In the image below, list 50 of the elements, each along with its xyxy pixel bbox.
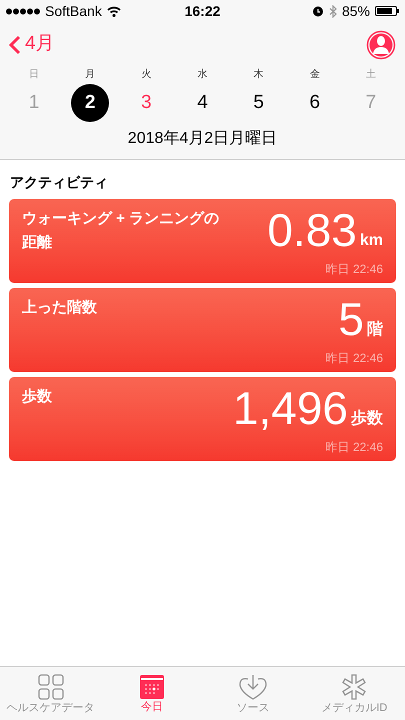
timestamp: 昨日 22:46 xyxy=(326,439,383,456)
date-button[interactable]: 3 xyxy=(127,84,166,122)
card-title: 歩数 xyxy=(22,388,52,405)
activity-card[interactable]: 上った階数 5 階 昨日 22:46 xyxy=(9,288,396,372)
back-button[interactable]: 4月 xyxy=(9,30,55,59)
metric-value: 5 xyxy=(338,296,364,342)
metric-value: 0.83 xyxy=(267,207,357,253)
weekday-label: 日 xyxy=(29,68,40,82)
asterisk-icon xyxy=(341,674,368,700)
date-button[interactable]: 6 xyxy=(296,84,334,122)
activity-card[interactable]: 歩数 1,496 歩数 昨日 22:46 xyxy=(9,377,396,461)
weekday-label: 金 xyxy=(310,68,320,82)
tab-button[interactable]: ソース xyxy=(202,667,304,720)
section-title: アクティビティ xyxy=(9,173,109,192)
calendar-icon xyxy=(140,674,164,698)
wifi-icon xyxy=(106,6,121,16)
chevron-left-icon xyxy=(9,34,21,54)
weekday-label: 土 xyxy=(366,68,376,82)
date-button[interactable]: 7 xyxy=(352,84,390,122)
metric-unit: km xyxy=(360,233,383,251)
weekday-label: 月 xyxy=(85,68,96,82)
activity-card[interactable]: ウォーキング + ランニングの距離 0.83 km 昨日 22:46 xyxy=(9,199,396,283)
tab-button[interactable]: 今日 xyxy=(101,667,202,720)
profile-avatar-icon[interactable] xyxy=(366,30,396,60)
bluetooth-icon xyxy=(328,4,337,18)
metric-value: 1,496 xyxy=(232,385,348,431)
weekday-label: 水 xyxy=(197,68,208,82)
date-button[interactable]: 4 xyxy=(183,84,222,122)
signal-icon xyxy=(6,8,40,14)
card-title: ウォーキング + ランニングの距離 xyxy=(22,210,220,251)
heart-download-icon xyxy=(238,674,268,700)
timestamp: 昨日 22:46 xyxy=(326,261,383,278)
weekday-label: 木 xyxy=(254,68,264,82)
date-button[interactable]: 2 xyxy=(71,84,110,122)
clock-time: 16:22 xyxy=(184,2,220,20)
grid-icon xyxy=(38,674,64,700)
metric-unit: 階 xyxy=(367,322,383,340)
metric-unit: 歩数 xyxy=(351,411,383,429)
weekday-label: 火 xyxy=(141,68,152,82)
battery-icon xyxy=(375,6,399,16)
alarm-icon xyxy=(312,5,324,17)
selected-date: 2018年4月2日月曜日 xyxy=(128,129,278,149)
tab-button[interactable]: ヘルスケアデータ xyxy=(0,667,102,720)
date-button[interactable]: 5 xyxy=(240,84,278,122)
date-button[interactable]: 1 xyxy=(15,84,54,122)
battery-percent: 85% xyxy=(342,2,370,20)
timestamp: 昨日 22:46 xyxy=(326,350,383,367)
card-title: 上った階数 xyxy=(22,299,97,316)
carrier-name: SoftBank xyxy=(45,2,102,20)
tab-button[interactable]: メディカルID xyxy=(304,667,405,720)
